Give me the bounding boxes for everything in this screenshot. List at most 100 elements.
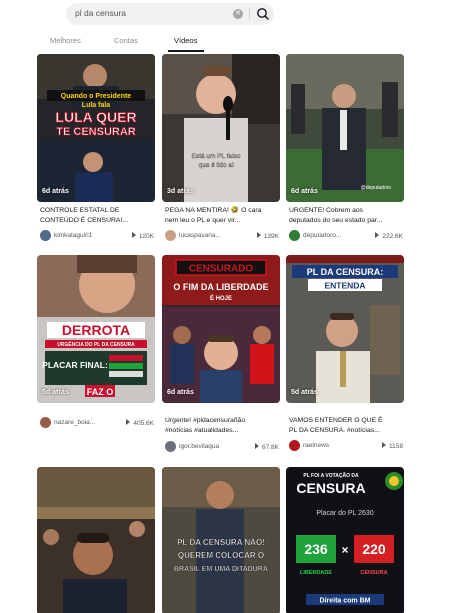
video-thumbnail[interactable]: Está um PL falso que é lido ai 3d atrás	[162, 54, 280, 202]
video-card[interactable]: PL DA CENSURA: ENTENDA 5d atrás VAMOS EN…	[286, 255, 404, 455]
overlay-text: TE CENSURAR	[56, 126, 136, 138]
view-count: 1158	[382, 442, 403, 450]
video-thumbnail[interactable]: PL FOI A VOTAÇÃO DA CENSURA Placar do PL…	[286, 467, 404, 613]
caption-line: deputados do seu estado par...	[289, 217, 383, 224]
video-caption[interactable]: CONTROLE ESTATAL DE CONTEÚDO É CENSURA!.…	[40, 206, 154, 226]
video-card[interactable]: PL DA CENSURA NÃO! QUEREM COLOCAR O BRAS…	[162, 467, 280, 613]
search-button[interactable]	[255, 6, 271, 22]
author-name[interactable]: kimkataguiri1	[54, 232, 92, 239]
video-card[interactable]: PL FOI A VOTAÇÃO DA CENSURA Placar do PL…	[286, 467, 404, 613]
author-name[interactable]: deputadoro...	[303, 232, 341, 239]
multiply-sign: ×	[341, 543, 348, 557]
play-icon	[126, 419, 131, 425]
view-count-value: 120K	[138, 233, 154, 240]
overlay-text: Lula fala	[82, 102, 111, 109]
view-count-value: 67.8K	[262, 444, 279, 451]
view-count-value: 222.6K	[382, 233, 403, 240]
overlay-text: É HOJE	[210, 294, 232, 302]
video-thumbnail[interactable]: PL DA CENSURA NÃO! QUEREM COLOCAR O BRAS…	[162, 467, 280, 613]
overlay-text: CENSURA	[296, 480, 365, 496]
overlay-text: FAZ O	[87, 387, 114, 397]
clear-search-icon[interactable]: ✕	[233, 9, 243, 19]
author-avatar[interactable]	[289, 230, 300, 241]
video-meta: igor.bevilaqua 67.8K	[165, 441, 279, 453]
overlay-text: CENSURADO	[189, 264, 254, 275]
search-input[interactable]: pl da censura	[75, 8, 126, 18]
overlay-text: 220	[362, 541, 386, 557]
overlay-text: PL DA CENSURA:	[307, 267, 384, 277]
video-card[interactable]: DERROTA URGÊNCIA DO PL DA CENSURA PLACAR…	[37, 255, 155, 445]
top-bar: pl da censura ✕	[0, 0, 457, 30]
overlay-text: PL DA CENSURA NÃO!	[177, 538, 265, 547]
author-avatar[interactable]	[165, 230, 176, 241]
active-tab-indicator	[168, 50, 204, 52]
overlay-text: Quando o Presidente	[61, 93, 132, 100]
video-thumbnail[interactable]: Quando o Presidente Lula fala LULA QUER …	[37, 54, 155, 202]
author-name[interactable]: igor.bevilaqua	[179, 443, 219, 450]
caption-line: CONTEÚDO É CENSURA!...	[40, 217, 128, 224]
thumbnail-image: @deputadoro	[286, 54, 404, 202]
video-card[interactable]	[37, 467, 155, 613]
search-bar[interactable]: pl da censura ✕	[66, 3, 274, 25]
author-name[interactable]: nazare_boia...	[54, 419, 95, 426]
author-avatar[interactable]	[165, 441, 176, 452]
caption-line: PEGA NA MENTIRA! 🤣 O cara	[165, 207, 262, 214]
overlay-text: ENTENDA	[324, 281, 365, 291]
author-name[interactable]: lucaspavana...	[179, 232, 221, 239]
video-caption[interactable]: VAMOS ENTENDER O QUE É PL DA CENSURA. #n…	[289, 416, 403, 436]
author-avatar[interactable]	[40, 417, 51, 428]
video-meta: kimkataguiri1 120K	[40, 230, 154, 242]
video-card[interactable]: Está um PL falso que é lido ai 3d atrás …	[162, 54, 280, 244]
play-icon	[256, 232, 261, 238]
overlay-text: DERROTA	[62, 322, 130, 338]
play-icon	[131, 232, 136, 238]
video-card[interactable]: @deputadoro 6d atrás URGENTE! Cobrem aos…	[286, 54, 404, 244]
overlay-text: Está um PL falso	[192, 153, 241, 160]
posted-time: 6d atrás	[42, 188, 69, 195]
author-avatar[interactable]	[40, 230, 51, 241]
overlay-text: Placar do PL 2630	[316, 510, 373, 517]
search-tabs: Melhores Contas Vídeos	[0, 36, 457, 52]
video-caption[interactable]: Urgente! #pldacensurañão #notícias #atua…	[165, 416, 279, 436]
video-caption[interactable]: PEGA NA MENTIRA! 🤣 O cara nem leu o PL e…	[165, 206, 279, 226]
overlay-text: Direita com BM	[320, 598, 371, 605]
caption-line: Urgente! #pldacensurañão	[165, 417, 246, 424]
thumbnail-image: PL DA CENSURA: ENTENDA	[286, 255, 404, 403]
video-card[interactable]: CENSURADO O FIM DA LIBERDADE É HOJE 6d a…	[162, 255, 280, 455]
tab-videos[interactable]: Vídeos	[174, 36, 197, 45]
video-thumbnail[interactable]: DERROTA URGÊNCIA DO PL DA CENSURA PLACAR…	[37, 255, 155, 403]
play-icon	[255, 443, 259, 449]
video-thumbnail[interactable]: PL DA CENSURA: ENTENDA 5d atrás	[286, 255, 404, 403]
play-icon	[375, 232, 380, 238]
author-name[interactable]: raelnews	[303, 442, 329, 449]
view-count: 120K	[131, 232, 154, 240]
video-meta: deputadoro... 222.6K	[289, 230, 403, 242]
video-thumbnail[interactable]	[37, 467, 155, 613]
tab-contas[interactable]: Contas	[114, 36, 138, 45]
video-thumbnail[interactable]: @deputadoro 6d atrás	[286, 54, 404, 202]
overlay-text: @deputadoro	[361, 185, 392, 191]
overlay-text: O FIM DA LIBERDADE	[173, 282, 268, 292]
view-count-value: 139K	[263, 233, 279, 240]
overlay-text: URGÊNCIA DO PL DA CENSURA	[57, 340, 135, 348]
caption-line: URGENTE! Cobrem aos	[289, 207, 364, 214]
thumbnail-image: DERROTA URGÊNCIA DO PL DA CENSURA PLACAR…	[37, 255, 155, 403]
thumbnail-image	[37, 467, 155, 613]
video-caption[interactable]: URGENTE! Cobrem aos deputados do seu est…	[289, 206, 403, 226]
tab-melhores[interactable]: Melhores	[50, 36, 81, 45]
view-count: 222.6K	[375, 232, 403, 240]
posted-time: 5d atrás	[291, 389, 318, 396]
caption-line: PL DA CENSURA. #notícias...	[289, 427, 380, 434]
video-meta: nazare_boia... 405.6K	[40, 417, 154, 429]
video-thumbnail[interactable]: CENSURADO O FIM DA LIBERDADE É HOJE 6d a…	[162, 255, 280, 403]
author-avatar[interactable]	[289, 440, 300, 451]
overlay-text: CENSURA	[360, 570, 387, 576]
overlay-text: que é lido ai	[198, 162, 233, 169]
play-icon	[382, 442, 387, 448]
thumbnail-image: PL DA CENSURA NÃO! QUEREM COLOCAR O BRAS…	[162, 467, 280, 613]
search-icon	[257, 8, 269, 20]
video-meta: raelnews 1158	[289, 440, 403, 452]
thumbnail-image: PL FOI A VOTAÇÃO DA CENSURA Placar do PL…	[286, 467, 404, 613]
posted-time: 5d atrás	[42, 389, 69, 396]
video-card[interactable]: Quando o Presidente Lula fala LULA QUER …	[37, 54, 155, 244]
